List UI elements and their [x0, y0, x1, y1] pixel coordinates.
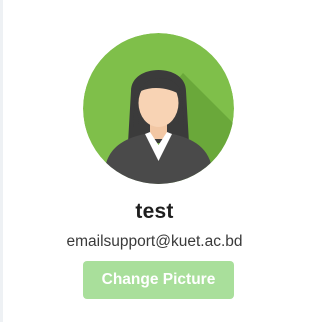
sidebar-edge [0, 0, 3, 322]
female-user-avatar-icon [83, 33, 234, 184]
change-picture-button[interactable]: Change Picture [83, 261, 234, 299]
profile-card: test emailsupport@kuet.ac.bd Change Pict… [0, 0, 309, 322]
profile-name: test [135, 200, 174, 223]
profile-avatar [83, 33, 234, 184]
profile-email: emailsupport@kuet.ac.bd [66, 233, 243, 250]
